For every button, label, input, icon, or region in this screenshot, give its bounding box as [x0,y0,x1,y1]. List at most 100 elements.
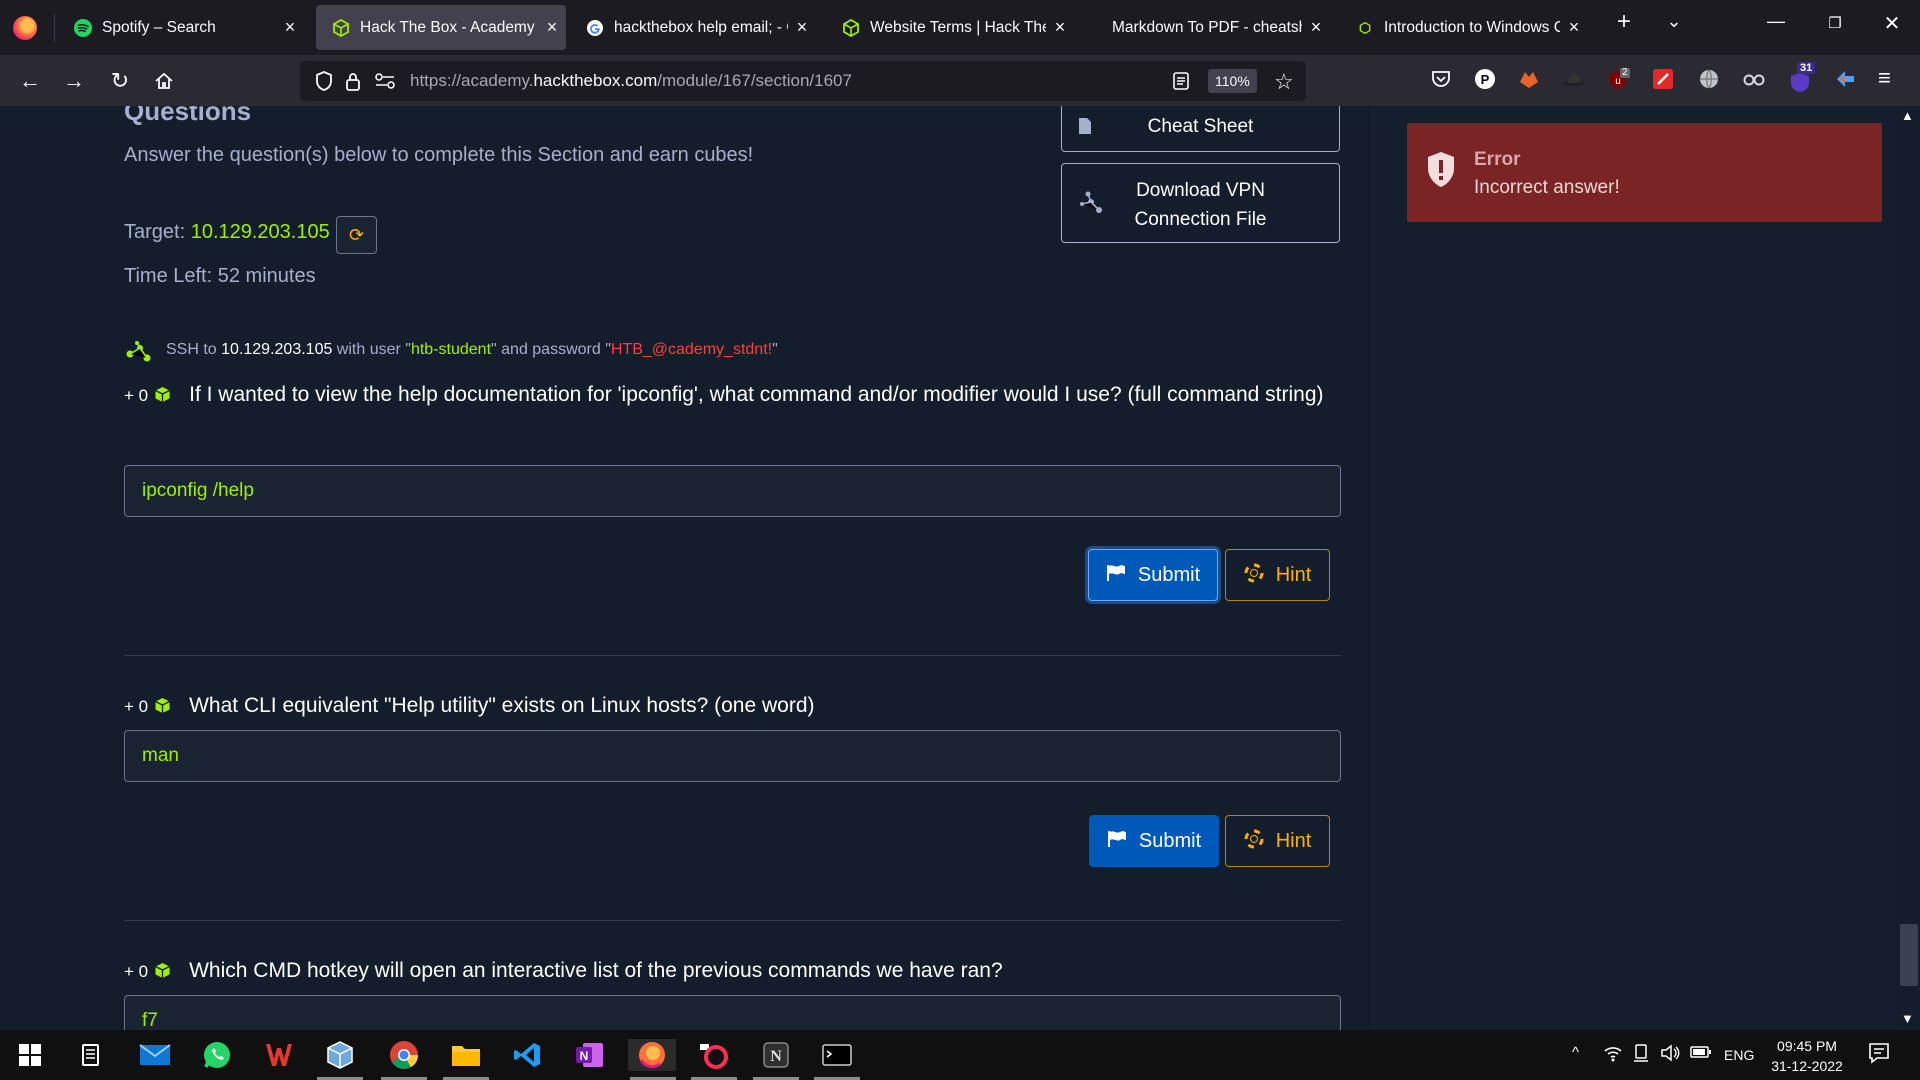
counter-badge: 31 [1797,62,1816,74]
ssh-password[interactable]: HTB_@cademy_stdnt! [611,341,772,358]
wps-office-icon[interactable] [262,1039,296,1071]
answer-input[interactable]: f7 [124,995,1341,1030]
firefox-taskbar-icon[interactable] [628,1039,676,1071]
address-bar[interactable]: https://academy.hackthebox.com/module/16… [300,61,1306,101]
restore-window-icon[interactable]: ❐ [1815,14,1855,32]
taskbar-clock[interactable]: 09:45 PM 31-12-2022 [1762,1036,1852,1076]
htb-cube-icon [332,18,350,37]
close-window-icon[interactable]: ✕ [1872,11,1912,36]
home-icon[interactable] [150,67,178,95]
download-vpn-button[interactable]: Download VPN Connection File [1061,163,1340,243]
reader-view-icon[interactable] [1172,71,1190,96]
ssh-ip[interactable]: 10.129.203.105 [221,341,332,358]
virtualbox-icon[interactable] [323,1039,357,1071]
tab-google-search[interactable]: hackthebox help email; - Go × [570,5,816,50]
error-toast[interactable]: Error Incorrect answer! [1407,123,1882,222]
close-tab-icon[interactable]: × [276,17,304,38]
submit-button[interactable]: Submit [1088,549,1218,601]
page-scrollbar[interactable] [1897,106,1920,1030]
lifebuoy-icon [1244,563,1264,588]
chrome-icon[interactable] [387,1039,421,1071]
target-ip[interactable]: 10.129.203.105 [191,221,330,243]
vscode-icon[interactable] [511,1039,545,1071]
close-tab-icon[interactable]: × [1560,17,1588,38]
input-language[interactable]: ENG [1724,1047,1754,1063]
globe-extension-icon[interactable] [1698,68,1722,92]
cube-icon [155,387,170,402]
fox-extension-icon[interactable] [1518,68,1542,92]
glasses-extension-icon[interactable] [1742,68,1766,92]
hat-extension-icon[interactable] [1562,68,1586,92]
wifi-icon[interactable] [1603,1044,1623,1066]
show-hidden-icons-chevron-up-icon[interactable]: ^ [1572,1044,1579,1061]
question-2: + 0 What CLI equivalent "Help utility" ex… [124,685,1344,727]
task-view-icon[interactable] [75,1039,109,1071]
cheat-sheet-button[interactable]: Cheat Sheet [1061,106,1340,152]
red-pen-extension-icon[interactable] [1652,68,1676,92]
reload-icon[interactable]: ↻ [106,67,134,95]
page-content: Questions Answer the question(s) below t… [0,106,1920,1030]
new-tab-icon[interactable]: + [1604,8,1644,36]
terminal-icon[interactable] [820,1039,854,1071]
forward-arrow-icon[interactable]: → [60,67,88,95]
whatsapp-icon[interactable] [200,1039,234,1071]
action-center-notification-icon[interactable] [1868,1042,1890,1068]
svg-text:N: N [770,1048,782,1065]
onenote-icon[interactable]: N [573,1039,607,1071]
url-text[interactable]: https://academy.hackthebox.com/module/16… [410,71,852,91]
scroll-down-arrow-icon[interactable]: ▼ [1901,1011,1914,1026]
toast-message: Incorrect answer! [1474,177,1620,198]
bookmark-star-icon[interactable]: ☆ [1274,69,1294,95]
scroll-up-arrow-icon[interactable]: ▲ [1901,108,1914,123]
tab-hack-the-box-academy[interactable]: Hack The Box - Academy × [316,5,566,50]
lock-icon[interactable] [344,70,362,97]
firefox-logo-icon[interactable] [13,16,37,40]
mail-icon[interactable] [138,1039,172,1071]
tab-extension-icon[interactable] [1834,68,1858,92]
hint-button[interactable]: Hint [1225,549,1330,601]
submit-button[interactable]: Submit [1089,815,1219,867]
tracking-protection-shield-icon[interactable] [314,70,334,97]
scrollbar-thumb[interactable] [1900,924,1918,986]
file-explorer-icon[interactable] [449,1039,483,1071]
lifebuoy-icon [1244,829,1264,854]
tab-introduction-to-windows[interactable]: Introduction to Windows Co × [1340,5,1588,50]
question-points: + 0 [124,962,149,981]
answer-input[interactable]: ipconfig /help [124,465,1341,517]
close-tab-icon[interactable]: × [1302,17,1330,38]
minimize-window-icon[interactable]: — [1756,11,1796,32]
shield-counter-extension-icon[interactable]: 31 [1788,62,1816,92]
close-tab-icon[interactable]: × [1046,17,1074,38]
pocket-icon[interactable] [1430,68,1454,92]
htb-cube-icon [1356,19,1374,37]
answer-input[interactable]: man [124,730,1341,782]
flag-icon [1106,564,1126,587]
close-tab-icon[interactable]: × [538,17,566,38]
battery-icon[interactable] [1690,1044,1712,1064]
tab-title: Website Terms | Hack The Bo [870,18,1046,36]
close-tab-icon[interactable]: × [788,17,816,38]
device-icon[interactable] [1633,1044,1649,1066]
divider [124,655,1341,656]
tab-markdown-to-pdf[interactable]: Markdown To PDF - cheatsheet × [1082,5,1330,50]
hamburger-menu-icon[interactable]: ≡ [1878,65,1902,90]
reset-target-button[interactable]: ⟳ [336,216,377,254]
notion-icon[interactable]: N [759,1039,793,1071]
speaker-volume-icon[interactable] [1660,1044,1680,1066]
zoom-level-badge[interactable]: 110% [1208,69,1257,93]
ssh-user[interactable]: htb-student [411,341,491,358]
p-extension-icon[interactable]: P [1474,68,1498,92]
tab-spotify[interactable]: Spotify – Search × [58,5,304,50]
svg-text:N: N [580,1049,589,1063]
tab-title: Markdown To PDF - cheatsheet [1112,18,1302,36]
hint-button[interactable]: Hint [1225,815,1330,867]
tab-website-terms[interactable]: Website Terms | Hack The Bo × [826,5,1074,50]
opera-gx-icon[interactable] [697,1039,731,1071]
ublock-origin-icon[interactable]: u 2 [1606,67,1630,92]
network-nodes-icon [1078,190,1104,224]
back-arrow-icon[interactable]: ← [16,67,44,95]
list-all-tabs-chevron-down-icon[interactable]: ⌄ [1654,11,1694,32]
permissions-icon[interactable] [374,73,396,94]
windows-start-icon[interactable] [13,1039,47,1071]
question-text: Which CMD hotkey will open an interactiv… [189,959,1003,982]
